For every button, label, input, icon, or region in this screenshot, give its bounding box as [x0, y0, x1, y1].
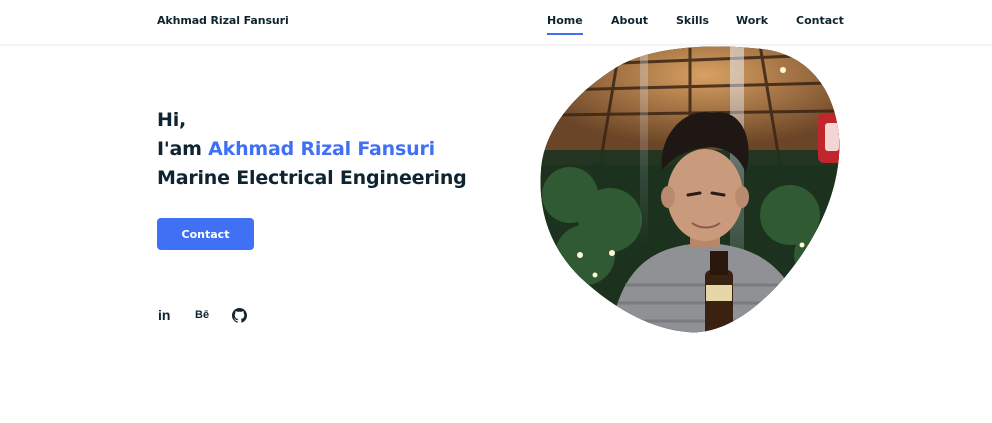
contact-button[interactable]: Contact [157, 218, 254, 250]
site-header: Akhmad Rizal Fansuri Home About Skills W… [0, 0, 992, 45]
hero-intro-line: I'am Akhmad Rizal Fansuri [157, 135, 517, 164]
hero-intro-prefix: I'am [157, 138, 202, 160]
nav-link-skills[interactable]: Skills [676, 14, 709, 33]
main-nav: Home About Skills Work Contact [0, 14, 992, 44]
hero-greeting: Hi, [157, 109, 187, 131]
hero-name: Akhmad Rizal Fansuri [208, 138, 435, 160]
nav-link-about[interactable]: About [611, 14, 648, 33]
nav-link-work[interactable]: Work [736, 14, 768, 33]
hero-title: Hi, I'am Akhmad Rizal Fansuri Marine Ele… [157, 106, 517, 193]
profile-photo [540, 46, 840, 333]
nav-link-home[interactable]: Home [547, 14, 583, 35]
github-icon[interactable] [232, 306, 247, 324]
linkedin-icon[interactable]: in [158, 306, 170, 324]
hero-subtitle: Marine Electrical Engineering [157, 167, 467, 189]
behance-icon[interactable]: Bē [195, 306, 209, 324]
nav-link-contact[interactable]: Contact [796, 14, 844, 33]
